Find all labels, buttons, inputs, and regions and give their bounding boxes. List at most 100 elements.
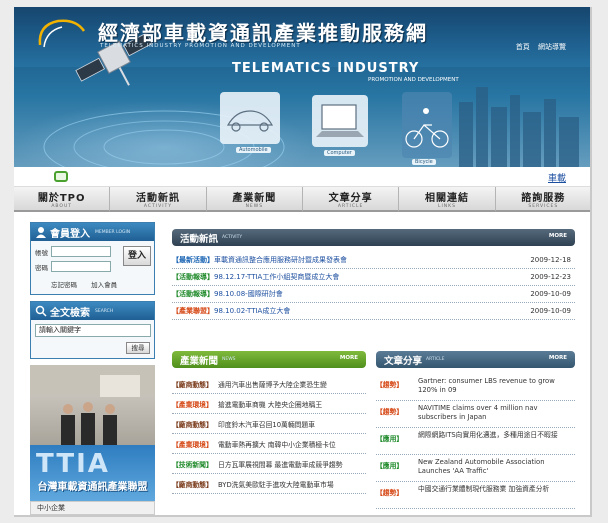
category-tag: 【產業環境】 xyxy=(172,400,213,409)
page: 經濟部車載資通訊產業推動服務網 TELEMATICS INDUSTRY PROM… xyxy=(14,7,592,517)
nav-item-article[interactable]: 文章分享 ARTICLE xyxy=(302,187,400,212)
banner-title: TELEMATICS INDUSTRY xyxy=(232,61,420,76)
marquee-link[interactable]: 車載 xyxy=(548,171,566,184)
list-item[interactable]: 【技術新聞】 日方瓦軍展視間幕 最進電動車成競爭趨勢 xyxy=(172,454,366,474)
window-icon xyxy=(54,171,68,182)
news-more-button[interactable]: MORE xyxy=(340,355,358,361)
nav-item-about[interactable]: 關於TPO ABOUT xyxy=(14,187,111,212)
list-item[interactable]: 【廠商動態】 通用汽車出售薩博予大陸企業恐生變 xyxy=(172,374,366,394)
list-item[interactable]: 【活動報導】 98.10.08-國際研討會 2009-10-09 xyxy=(172,286,575,303)
account-field[interactable] xyxy=(51,246,111,257)
list-item[interactable]: 【產業環境】 搶進電動車商機 大陸央企圈地稱王 xyxy=(172,394,366,414)
event-photo[interactable] xyxy=(30,365,155,445)
list-item[interactable]: 【產業環境】 電動車熱再擴大 南韓中小企業積極卡位 xyxy=(172,434,366,454)
list-item[interactable]: 【趨勢】 Gartner: consumer LBS revenue to gro… xyxy=(376,374,575,401)
item-title-link[interactable]: Gartner: consumer LBS revenue to grow 12… xyxy=(418,377,575,397)
caption-computer: Computer xyxy=(324,150,355,156)
login-title: 會員登入 xyxy=(50,228,90,240)
list-item[interactable]: 【應用】 New Zealand Automobile Association L… xyxy=(376,455,575,482)
laptop-icon xyxy=(312,95,368,147)
category-tag: 【活動報導】 xyxy=(172,273,214,281)
item-title-link[interactable]: New Zealand Automobile Association Launc… xyxy=(418,458,575,478)
list-item[interactable]: 【趨勢】 NAVITIME claims over 4 million nav s… xyxy=(376,401,575,428)
nav-sublabel: SERVICES xyxy=(528,204,559,209)
category-tag: 【趨勢】 xyxy=(376,381,404,389)
sub-header-strip: 車載 xyxy=(14,167,590,187)
article-title-en: ARTICLE xyxy=(426,357,445,362)
list-item[interactable]: 【廠商動態】 BYD洗氣美歐駐手進攻大陸電動車市場 xyxy=(172,474,366,494)
item-title-link[interactable]: 98.10.08-國際研討會 xyxy=(214,289,529,299)
user-icon xyxy=(36,227,46,238)
news-title-en: NEWS xyxy=(222,357,236,362)
article-header: 文章分享 ARTICLE MORE xyxy=(376,351,575,368)
password-label: 密碼 xyxy=(35,263,48,272)
sitemap-link[interactable]: 網站導覽 xyxy=(538,43,566,51)
item-title-link[interactable]: NAVITIME claims over 4 million nav subsc… xyxy=(418,404,575,424)
article-title: 文章分享 xyxy=(384,355,423,367)
ttia-logo-text: TTIA xyxy=(36,449,110,479)
article-section: 文章分享 ARTICLE MORE 【趨勢】 Gartner: consumer … xyxy=(376,351,575,509)
search-title: 全文檢索 xyxy=(50,307,90,319)
item-title-link[interactable]: BYD洗氣美歐駐手進攻大陸電動車市場 xyxy=(218,479,366,489)
category-tag: 【技術新聞】 xyxy=(172,460,213,469)
activity-section: 活動新訊 ACTIVITY MORE 【最新活動】 車載資通訊整合應用服務研討暨成… xyxy=(172,229,575,320)
activity-title-en: ACTIVITY xyxy=(222,235,243,240)
item-title-link[interactable]: 電動車熱再擴大 南韓中小企業積極卡位 xyxy=(218,439,366,449)
home-link[interactable]: 首頁 xyxy=(516,43,530,51)
category-tag: 【活動報導】 xyxy=(172,290,214,298)
nav-label: 活動新訊 xyxy=(135,193,180,204)
item-title-link[interactable]: 搶進電動車商機 大陸央企圈地稱王 xyxy=(218,399,366,409)
list-item[interactable]: 【趨勢】 中國交通行業體制現代服務業 加強資產分析 xyxy=(376,482,575,509)
sme-banner[interactable]: 中小企業 xyxy=(30,501,155,515)
list-item[interactable]: 【最新活動】 車載資通訊整合應用服務研討暨成果發表會 2009-12-18 xyxy=(172,252,575,269)
nav-item-links[interactable]: 相關連結 LINKS xyxy=(399,187,496,212)
ttia-banner[interactable]: TTIA 台灣車載資通訊產業聯盟 xyxy=(30,445,155,501)
news-section: 產業新聞 NEWS MORE 【廠商動態】 通用汽車出售薩博予大陸企業恐生變 【產業… xyxy=(172,351,366,494)
header-banner: 經濟部車載資通訊產業推動服務網 TELEMATICS INDUSTRY PROM… xyxy=(14,7,590,167)
list-item[interactable]: 【應用】 網際網路ITS向實用化邁進，多種用途日不暇接 xyxy=(376,428,575,455)
news-title: 產業新聞 xyxy=(180,355,219,367)
list-item[interactable]: 【廠商動態】 印度鈴木汽車召回10萬輛問題車 xyxy=(172,414,366,434)
search-button[interactable]: 搜尋 xyxy=(126,342,150,354)
itpo-logo-icon xyxy=(38,19,86,48)
nav-sublabel: NEWS xyxy=(245,204,264,209)
item-title-link[interactable]: 98.10.02-TTIA成立大會 xyxy=(214,306,529,316)
item-title-link[interactable]: 印度鈴木汽車召回10萬輛問題車 xyxy=(218,419,366,429)
login-button[interactable]: 登入 xyxy=(123,246,151,266)
item-title-link[interactable]: 中國交通行業體制現代服務業 加強資產分析 xyxy=(418,485,575,505)
nav-item-services[interactable]: 諮詢服務 SERVICES xyxy=(495,187,590,212)
category-tag: 【廠商動態】 xyxy=(172,480,213,489)
activity-title: 活動新訊 xyxy=(180,233,219,245)
list-item[interactable]: 【產業聯盟】 98.10.02-TTIA成立大會 2009-10-09 xyxy=(172,303,575,320)
article-more-button[interactable]: MORE xyxy=(549,355,567,361)
nav-item-news[interactable]: 產業新聞 NEWS xyxy=(206,187,303,212)
item-title-link[interactable]: 日方瓦軍展視間幕 最進電動車成競爭趨勢 xyxy=(218,459,366,469)
activity-header: 活動新訊 ACTIVITY MORE xyxy=(172,229,575,246)
item-title-link[interactable]: 通用汽車出售薩博予大陸企業恐生變 xyxy=(218,379,366,389)
item-title-link[interactable]: 98.12.17-TTIA工作小組契商暨成立大會 xyxy=(214,272,529,282)
item-date: 2009-12-18 xyxy=(530,256,571,264)
list-item[interactable]: 【活動報導】 98.12.17-TTIA工作小組契商暨成立大會 2009-12-23 xyxy=(172,269,575,286)
item-title-link[interactable]: 車載資通訊整合應用服務研討暨成果發表會 xyxy=(214,255,529,265)
item-date: 2009-10-09 xyxy=(530,307,571,315)
item-title-link[interactable]: 網際網路ITS向實用化邁進，多種用途日不暇接 xyxy=(418,431,575,451)
banner-subtitle: PROMOTION AND DEVELOPMENT xyxy=(368,77,459,83)
forgot-password-link[interactable]: 忘記密碼 xyxy=(51,281,77,289)
login-panel: 會員登入 MEMBER LOGIN 帳號 密碼 登入 忘記密碼 加入會員 xyxy=(30,222,155,295)
main-nav: 關於TPO ABOUT 活動新訊 ACTIVITY 產業新聞 NEWS 文章分享 ART… xyxy=(14,187,590,212)
join-member-link[interactable]: 加入會員 xyxy=(91,281,117,289)
nav-item-activity[interactable]: 活動新訊 ACTIVITY xyxy=(110,187,207,212)
ttia-banner-title: 台灣車載資通訊產業聯盟 xyxy=(37,482,148,493)
category-tag: 【廠商動態】 xyxy=(172,380,213,389)
nav-label: 關於TPO xyxy=(37,193,86,204)
category-tag: 【產業環境】 xyxy=(172,440,213,449)
activity-more-button[interactable]: MORE xyxy=(549,233,567,239)
nav-label: 相關連結 xyxy=(424,193,469,204)
login-title-en: MEMBER LOGIN xyxy=(95,229,131,235)
search-icon xyxy=(35,305,47,317)
category-tag: 【廠商動態】 xyxy=(172,420,213,429)
category-tag: 【應用】 xyxy=(376,435,404,443)
password-field[interactable] xyxy=(51,261,111,272)
nav-sublabel: ARTICLE xyxy=(337,204,364,209)
search-input[interactable]: 請輸入關鍵字 xyxy=(35,324,151,337)
